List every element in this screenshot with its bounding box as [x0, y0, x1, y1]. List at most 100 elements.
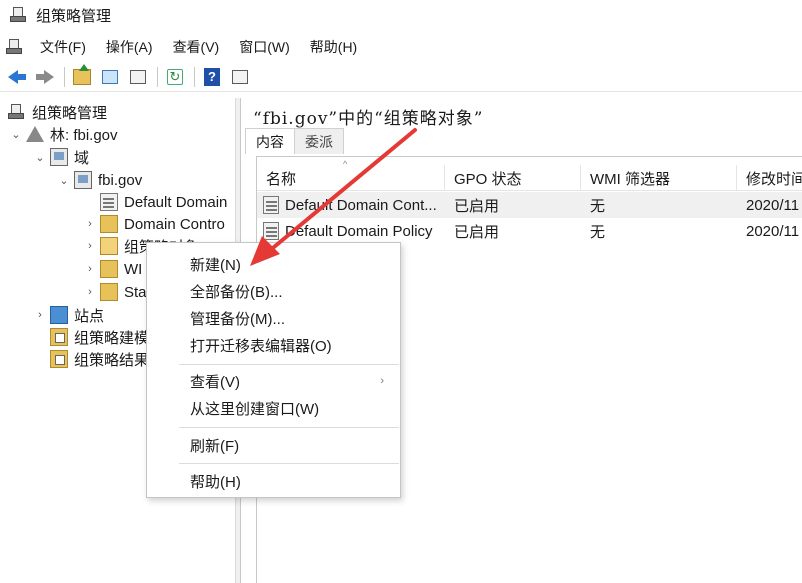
- chevron-right-icon[interactable]: ›: [34, 309, 46, 321]
- tree-item-label: WI: [124, 260, 143, 278]
- column-header-wmi[interactable]: WMI 筛选器: [581, 165, 737, 191]
- tree-item-root[interactable]: 组策略管理: [8, 101, 107, 123]
- domains-icon: [50, 148, 68, 166]
- tree-item-label: 组策略结果: [74, 351, 150, 369]
- page-title: “fbi.gov”中的“组策略对象”: [253, 109, 484, 129]
- tree-item-modeling[interactable]: 组策略建模: [50, 326, 149, 348]
- menu-item-new-window[interactable]: 从这里创建窗口(W): [147, 395, 400, 421]
- tree-item-forest[interactable]: ⌄ 林: fbi.gov: [10, 123, 118, 145]
- forward-icon[interactable]: [34, 66, 56, 88]
- tree-item-domains[interactable]: ⌄ 域: [34, 146, 89, 168]
- tree-item-label: 域: [74, 149, 90, 167]
- list-header: ^ 名称 GPO 状态 WMI 筛选器 修改时间: [257, 159, 802, 191]
- menu-item-view[interactable]: 查看(V) ›: [147, 368, 400, 394]
- chevron-right-icon[interactable]: ›: [84, 263, 96, 275]
- tree-item-results[interactable]: 组策略结果: [50, 348, 149, 370]
- forest-icon: [26, 126, 44, 142]
- folder-icon: [100, 260, 118, 278]
- row-name: Default Domain Cont...: [285, 196, 437, 214]
- context-menu: 新建(N) 全部备份(B)... 管理备份(M)... 打开迁移表编辑器(O) …: [146, 242, 401, 498]
- tree-item-sites[interactable]: › 站点: [34, 304, 104, 326]
- gpo-link-icon: [100, 193, 118, 211]
- column-header-modified[interactable]: 修改时间: [737, 165, 802, 191]
- back-icon[interactable]: [6, 66, 28, 88]
- menu-item-new[interactable]: 新建(N): [147, 251, 400, 277]
- menu-item-migration-table-editor[interactable]: 打开迁移表编辑器(O): [147, 332, 400, 358]
- row-wmi: 无: [590, 197, 606, 215]
- tree-item-label: 林: fbi.gov: [50, 126, 118, 144]
- help-icon[interactable]: ?: [201, 66, 223, 88]
- properties-icon[interactable]: [127, 66, 149, 88]
- folder-icon: [100, 283, 118, 301]
- row-status: 已启用: [454, 223, 500, 241]
- gpo-icon: [263, 196, 279, 214]
- tab-contents[interactable]: 内容: [245, 128, 295, 154]
- sites-icon: [50, 306, 68, 324]
- tree-item-label: 组策略管理: [32, 104, 108, 122]
- tree-item-label: Sta: [124, 283, 147, 301]
- menu-item-refresh[interactable]: 刷新(F): [147, 432, 400, 458]
- row-wmi: 无: [590, 223, 606, 241]
- menu-item-manage-backups[interactable]: 管理备份(M)...: [147, 305, 400, 331]
- tab-delegation[interactable]: 委派: [294, 128, 344, 154]
- tree-item-label: Domain Contro: [124, 215, 225, 233]
- ou-folder-icon: [100, 215, 118, 233]
- chevron-right-icon[interactable]: ›: [84, 286, 96, 298]
- tree-item-label: 组策略建模: [74, 329, 150, 347]
- column-header-status[interactable]: GPO 状态: [445, 165, 581, 191]
- menu-bar: 文件(F) 操作(A) 查看(V) 窗口(W) 帮助(H): [0, 34, 802, 60]
- menu-item-help[interactable]: 帮助(H): [147, 468, 400, 494]
- title-bar: 组策略管理: [0, 0, 802, 30]
- menu-help[interactable]: 帮助(H): [300, 37, 367, 57]
- system-menu-icon[interactable]: [6, 38, 24, 56]
- table-row[interactable]: Default Domain Cont... 已启用 无 2020/11: [257, 192, 802, 218]
- tree-item-label: Default Domain: [124, 193, 228, 211]
- toolbar-separator: [194, 66, 195, 87]
- chevron-down-icon[interactable]: ⌄: [34, 151, 46, 164]
- toolbar-separator: [64, 66, 65, 87]
- menu-separator: [179, 463, 399, 464]
- refresh-icon[interactable]: ↻: [164, 66, 186, 88]
- folder-icon: [100, 237, 118, 255]
- toolbar-separator: [157, 66, 158, 87]
- submenu-arrow-icon: ›: [380, 375, 384, 387]
- action-pane-icon[interactable]: [229, 66, 251, 88]
- menu-separator: [179, 427, 399, 428]
- window-title: 组策略管理: [36, 7, 112, 25]
- tree-item-starter-gpos[interactable]: › Sta: [84, 281, 147, 303]
- up-folder-icon[interactable]: [71, 63, 93, 88]
- sort-up-icon: ^: [343, 159, 348, 169]
- row-modified: 2020/11: [746, 222, 800, 240]
- menu-view[interactable]: 查看(V): [163, 37, 230, 57]
- chevron-right-icon[interactable]: ›: [84, 218, 96, 230]
- column-header-name[interactable]: ^ 名称: [257, 159, 445, 191]
- chevron-down-icon[interactable]: ⌄: [10, 128, 22, 141]
- gpo-icon: [263, 222, 279, 240]
- tree-item-domain[interactable]: ⌄ fbi.gov: [58, 169, 142, 191]
- domain-icon: [74, 171, 92, 189]
- menu-file[interactable]: 文件(F): [30, 37, 96, 57]
- row-status: 已启用: [454, 197, 500, 215]
- gpmc-window: 组策略管理 文件(F) 操作(A) 查看(V) 窗口(W) 帮助(H) ↻ ? …: [0, 0, 802, 583]
- menu-separator: [179, 364, 399, 365]
- menu-item-backup-all[interactable]: 全部备份(B)...: [147, 278, 400, 304]
- tree-item-label: 站点: [74, 307, 105, 325]
- tree-item-domain-controllers[interactable]: › Domain Contro: [84, 213, 225, 235]
- menu-window[interactable]: 窗口(W): [229, 37, 300, 57]
- gpmc-root-icon: [8, 103, 26, 121]
- row-modified: 2020/11: [746, 196, 800, 214]
- toolbar: ↻ ?: [0, 62, 802, 92]
- mmc-console-icon: [10, 6, 28, 24]
- tree-item-default-domain[interactable]: Default Domain: [84, 191, 227, 213]
- results-icon: [50, 350, 68, 368]
- modeling-icon: [50, 328, 68, 346]
- tab-strip: 内容 委派: [245, 128, 344, 154]
- table-row[interactable]: Default Domain Policy 已启用 无 2020/11: [257, 218, 802, 244]
- tree-item-wmi-filters[interactable]: › WI: [84, 258, 142, 280]
- row-name: Default Domain Policy: [285, 222, 433, 240]
- menu-action[interactable]: 操作(A): [96, 37, 163, 57]
- tree-item-label: fbi.gov: [98, 171, 143, 189]
- chevron-down-icon[interactable]: ⌄: [58, 174, 70, 187]
- chevron-right-icon[interactable]: ›: [84, 240, 96, 252]
- show-hide-tree-icon[interactable]: [99, 66, 121, 88]
